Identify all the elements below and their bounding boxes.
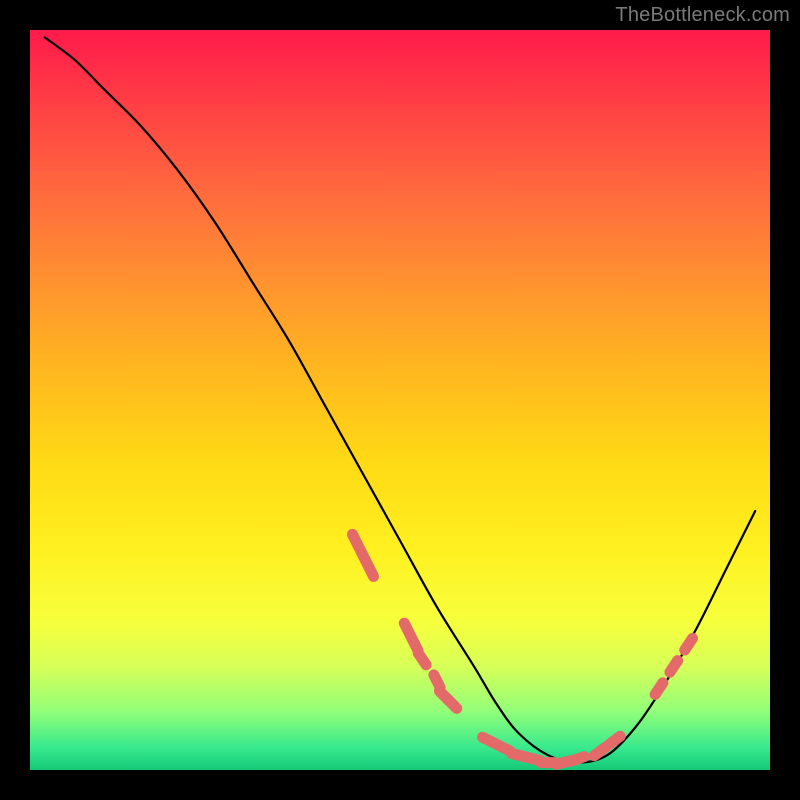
highlight-capsule — [571, 757, 584, 761]
highlight-capsule — [655, 683, 663, 695]
highlight-points — [352, 534, 692, 764]
highlight-capsule — [685, 638, 693, 650]
app-frame: TheBottleneck.com — [0, 0, 800, 800]
watermark-label: TheBottleneck.com — [615, 4, 790, 27]
highlight-capsule — [418, 653, 426, 665]
highlight-capsule — [609, 736, 620, 744]
highlight-capsule — [367, 564, 373, 577]
chart-area — [30, 30, 770, 770]
highlight-capsule — [594, 747, 605, 755]
bottleneck-curve-line — [45, 37, 755, 762]
highlight-capsule — [447, 698, 457, 708]
highlight-capsule — [670, 661, 678, 673]
chart-overlay — [30, 30, 770, 770]
